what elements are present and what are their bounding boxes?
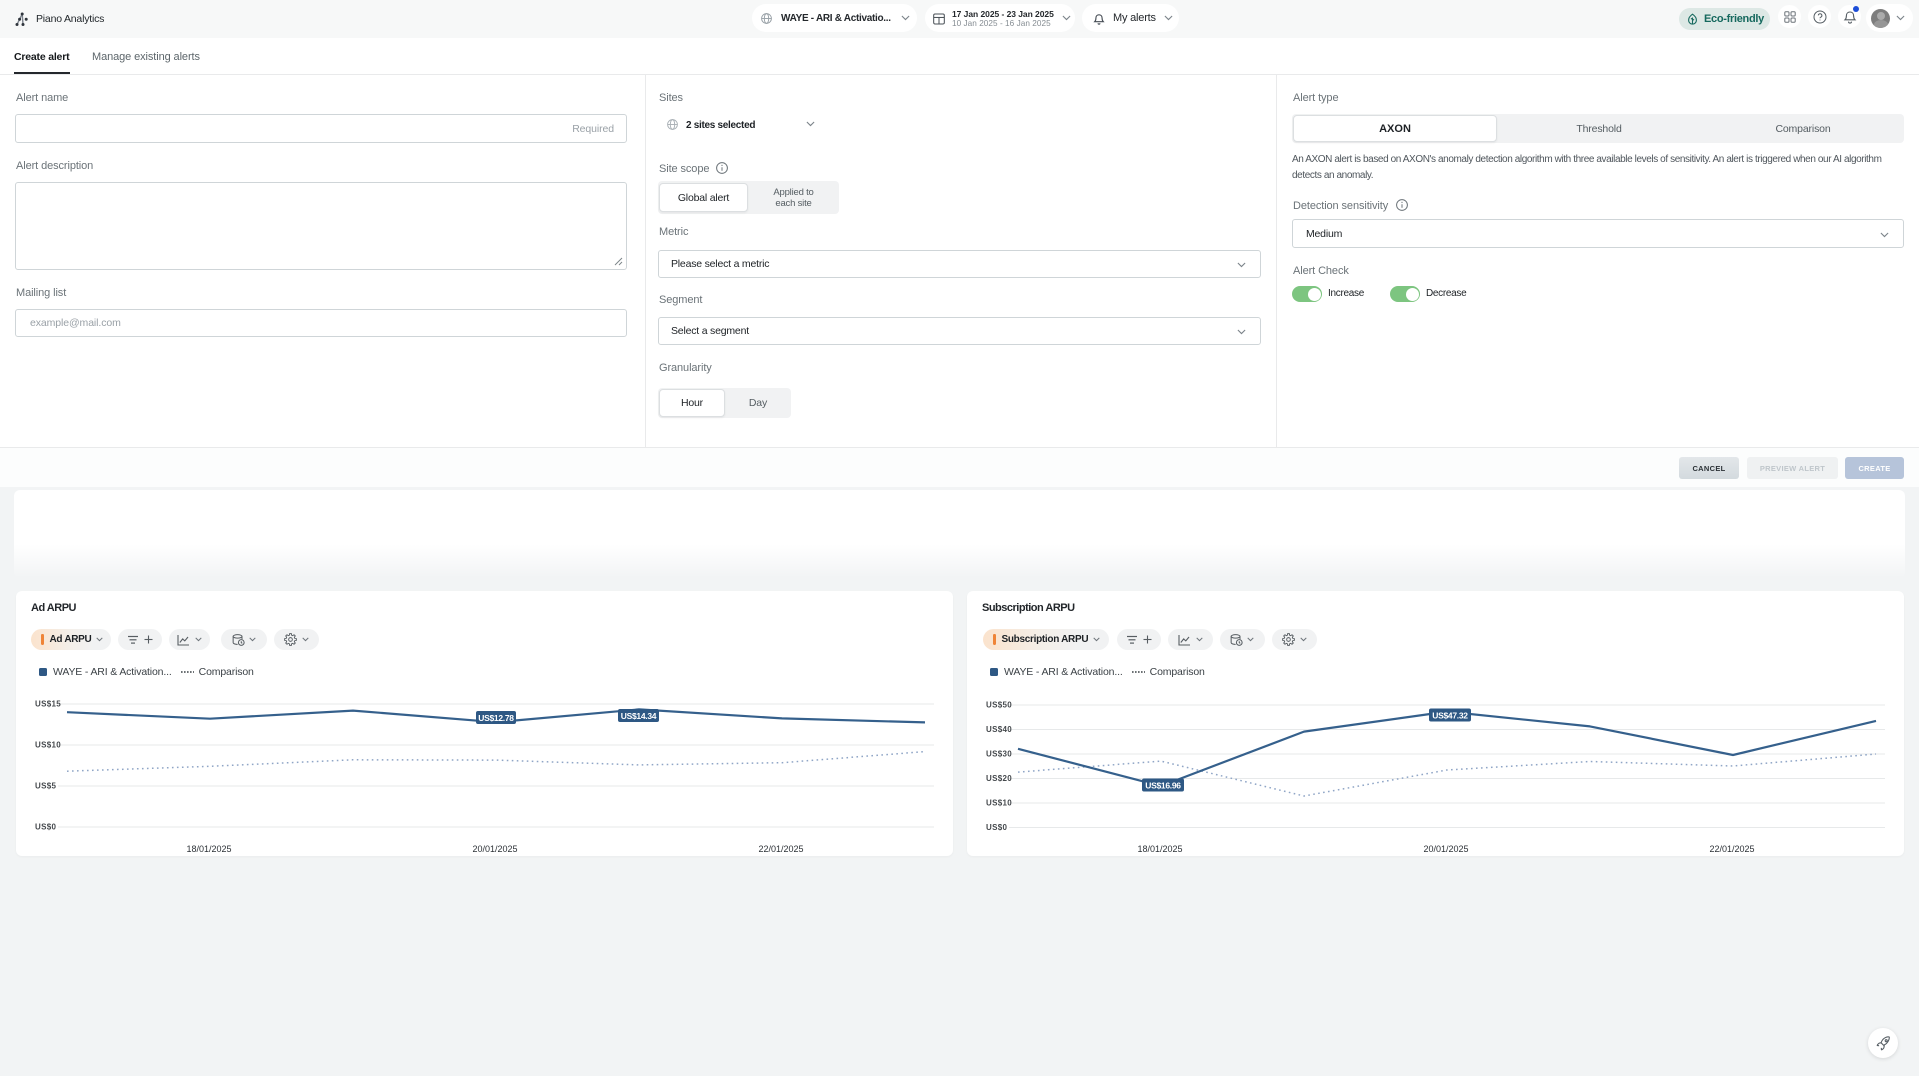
svg-text:18/01/2025: 18/01/2025 bbox=[186, 844, 231, 854]
svg-text:US$47.32: US$47.32 bbox=[1432, 710, 1468, 720]
svg-text:20/01/2025: 20/01/2025 bbox=[472, 844, 517, 854]
svg-text:22/01/2025: 22/01/2025 bbox=[1709, 844, 1754, 854]
svg-text:US$10: US$10 bbox=[35, 741, 61, 750]
svg-text:US$0: US$0 bbox=[35, 823, 56, 832]
svg-text:US$16.96: US$16.96 bbox=[1145, 780, 1181, 790]
svg-text:US$12.78: US$12.78 bbox=[478, 713, 514, 723]
svg-text:US$15: US$15 bbox=[35, 700, 61, 709]
svg-text:US$30: US$30 bbox=[986, 750, 1012, 759]
svg-text:US$40: US$40 bbox=[986, 725, 1012, 734]
svg-text:US$20: US$20 bbox=[986, 774, 1012, 783]
svg-text:US$14.34: US$14.34 bbox=[621, 711, 657, 721]
svg-text:18/01/2025: 18/01/2025 bbox=[1137, 844, 1182, 854]
svg-text:US$50: US$50 bbox=[986, 701, 1012, 710]
svg-text:US$0: US$0 bbox=[986, 823, 1007, 832]
svg-text:20/01/2025: 20/01/2025 bbox=[1423, 844, 1468, 854]
svg-text:US$10: US$10 bbox=[986, 799, 1012, 808]
svg-text:US$5: US$5 bbox=[35, 782, 56, 791]
svg-text:22/01/2025: 22/01/2025 bbox=[758, 844, 803, 854]
